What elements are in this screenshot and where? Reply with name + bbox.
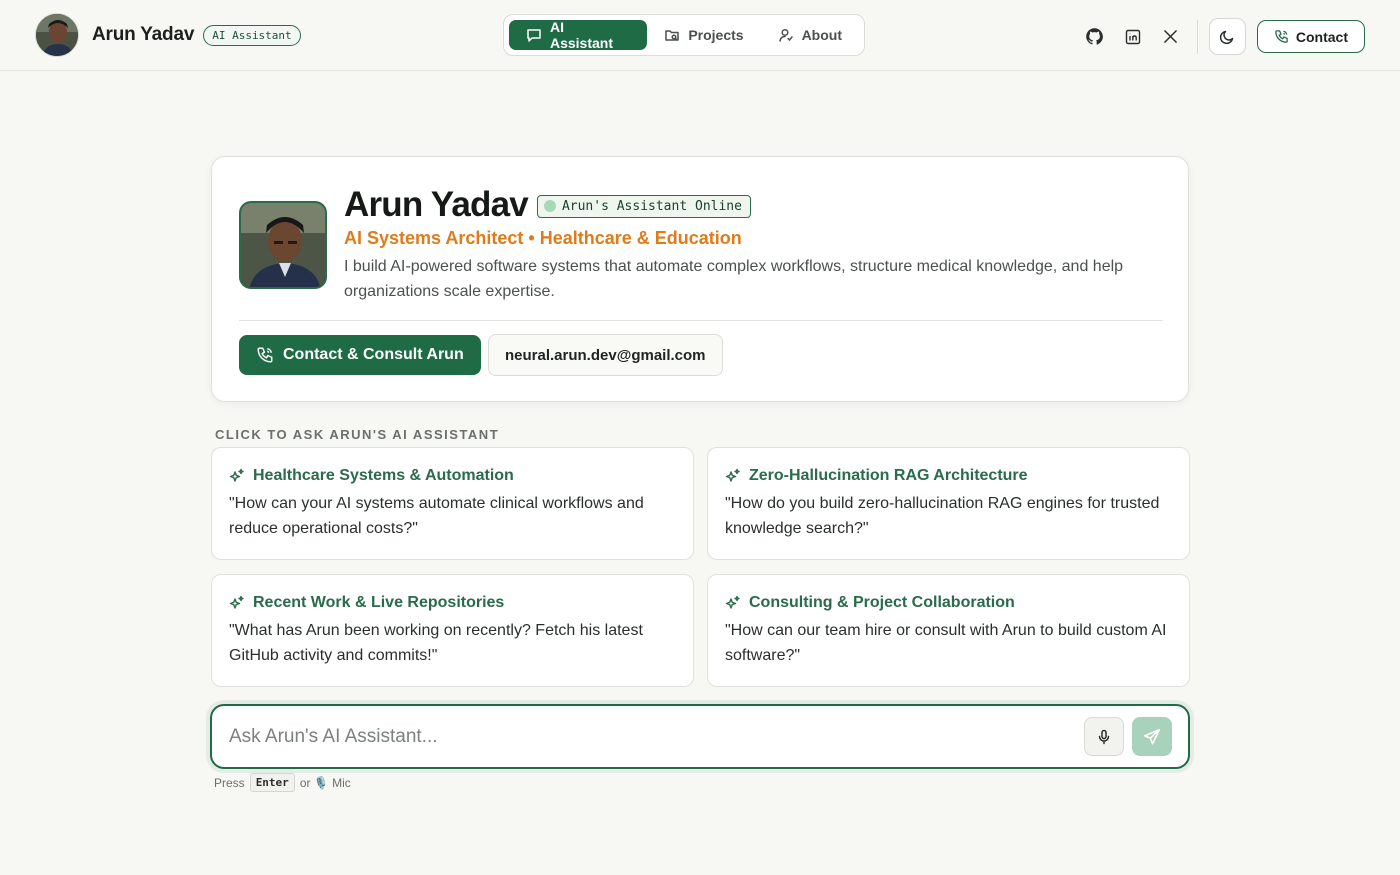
contact-button[interactable]: Contact [1256, 20, 1365, 53]
moon-icon [1220, 30, 1234, 44]
suggestion-title: Consulting & Project Collaboration [725, 594, 1015, 612]
email-button[interactable]: neural.arun.dev@gmail.com [488, 334, 723, 376]
suggestion-title: Healthcare Systems & Automation [229, 467, 514, 485]
github-link[interactable] [1085, 20, 1105, 54]
brand-avatar [35, 13, 79, 57]
suggestion-card-rag[interactable]: Zero-Hallucination RAG Architecture "How… [707, 447, 1190, 560]
hint-press: Press [214, 775, 245, 790]
suggestion-card-healthcare[interactable]: Healthcare Systems & Automation "How can… [211, 447, 694, 560]
suggestion-title: Recent Work & Live Repositories [229, 594, 504, 612]
x-link[interactable] [1161, 20, 1181, 54]
brand-name: Arun Yadav [92, 24, 195, 45]
user-icon [778, 28, 793, 42]
header-divider [1196, 19, 1198, 54]
suggestion-title-label: Zero-Hallucination RAG Architecture [749, 467, 1028, 484]
phone-icon [1275, 30, 1288, 43]
online-status-dot [543, 200, 556, 212]
folder-icon [665, 30, 680, 41]
hint-or-mic: or 🎙️ Mic [299, 775, 351, 790]
enter-key-hint: Enter [249, 773, 295, 792]
profile-title: AI Systems Architect • Healthcare & Educ… [344, 228, 742, 248]
suggestion-question: "How do you build zero-hallucination RAG… [725, 495, 1160, 537]
phone-icon [257, 347, 273, 363]
status-badge-label: Arun's Assistant Online [561, 198, 742, 214]
brand-badge: AI Assistant [203, 24, 301, 46]
suggestion-card-recent-work[interactable]: Recent Work & Live Repositories "What ha… [211, 574, 694, 687]
contact-consult-button-label: Contact & Consult Arun [283, 346, 464, 363]
contact-button-label: Contact [1295, 28, 1348, 45]
profile-bio: I build AI-powered software systems that… [344, 258, 1124, 300]
profile-card: Arun Yadav Arun's Assistant Online AI Sy… [211, 156, 1189, 402]
tab-ai-assistant[interactable]: AI Assistant [509, 19, 648, 51]
tab-about[interactable]: About [761, 20, 859, 50]
suggestion-card-consulting[interactable]: Consulting & Project Collaboration "How … [707, 574, 1190, 687]
tab-ai-assistant-label: AI Assistant [549, 19, 614, 51]
sparkle-icon [725, 595, 740, 609]
profile-avatar [239, 201, 327, 289]
sparkle-icon [725, 468, 740, 482]
profile-name: Arun Yadav [344, 185, 529, 224]
suggestion-title-label: Healthcare Systems & Automation [253, 467, 514, 484]
suggestion-question: "How can our team hire or consult with A… [725, 622, 1167, 664]
contact-consult-button[interactable]: Contact & Consult Arun [239, 335, 481, 375]
suggestion-title-label: Consulting & Project Collaboration [749, 594, 1015, 611]
brand[interactable]: Arun Yadav AI Assistant [35, 13, 301, 57]
x-icon [1164, 30, 1178, 43]
suggestion-title: Zero-Hallucination RAG Architecture [725, 467, 1028, 485]
tab-projects[interactable]: Projects [647, 20, 760, 50]
suggestion-title-label: Recent Work & Live Repositories [253, 594, 505, 611]
status-badge: Arun's Assistant Online [536, 194, 751, 218]
send-button[interactable] [1132, 717, 1172, 756]
tab-projects-label: Projects [688, 27, 744, 43]
github-icon [1086, 28, 1104, 45]
top-header: Arun Yadav AI Assistant AI Assistant Pro… [0, 0, 1400, 71]
mic-button[interactable] [1084, 717, 1124, 756]
suggestion-question: "What has Arun been working on recently?… [229, 622, 643, 664]
profile-name-row: Arun Yadav Arun's Assistant Online [344, 185, 751, 225]
suggestions-heading: CLICK TO ASK ARUN'S AI ASSISTANT [215, 427, 500, 442]
main-nav: AI Assistant Projects About [503, 14, 865, 56]
mic-icon [1098, 729, 1110, 744]
tab-about-label: About [801, 27, 842, 43]
sparkle-icon [229, 468, 244, 482]
chat-input-box [210, 704, 1190, 769]
header-actions: Contact [1067, 18, 1365, 55]
chat-icon [527, 29, 541, 42]
input-hint: Press Enter or 🎙️ Mic [214, 773, 351, 792]
card-divider [239, 320, 1163, 321]
linkedin-link[interactable] [1123, 20, 1143, 54]
linkedin-icon [1125, 29, 1141, 44]
sparkle-icon [229, 595, 244, 609]
suggestion-question: "How can your AI systems automate clinic… [229, 495, 644, 537]
send-icon [1143, 728, 1161, 745]
theme-toggle-button[interactable] [1208, 18, 1246, 55]
chat-input[interactable] [229, 720, 1069, 754]
